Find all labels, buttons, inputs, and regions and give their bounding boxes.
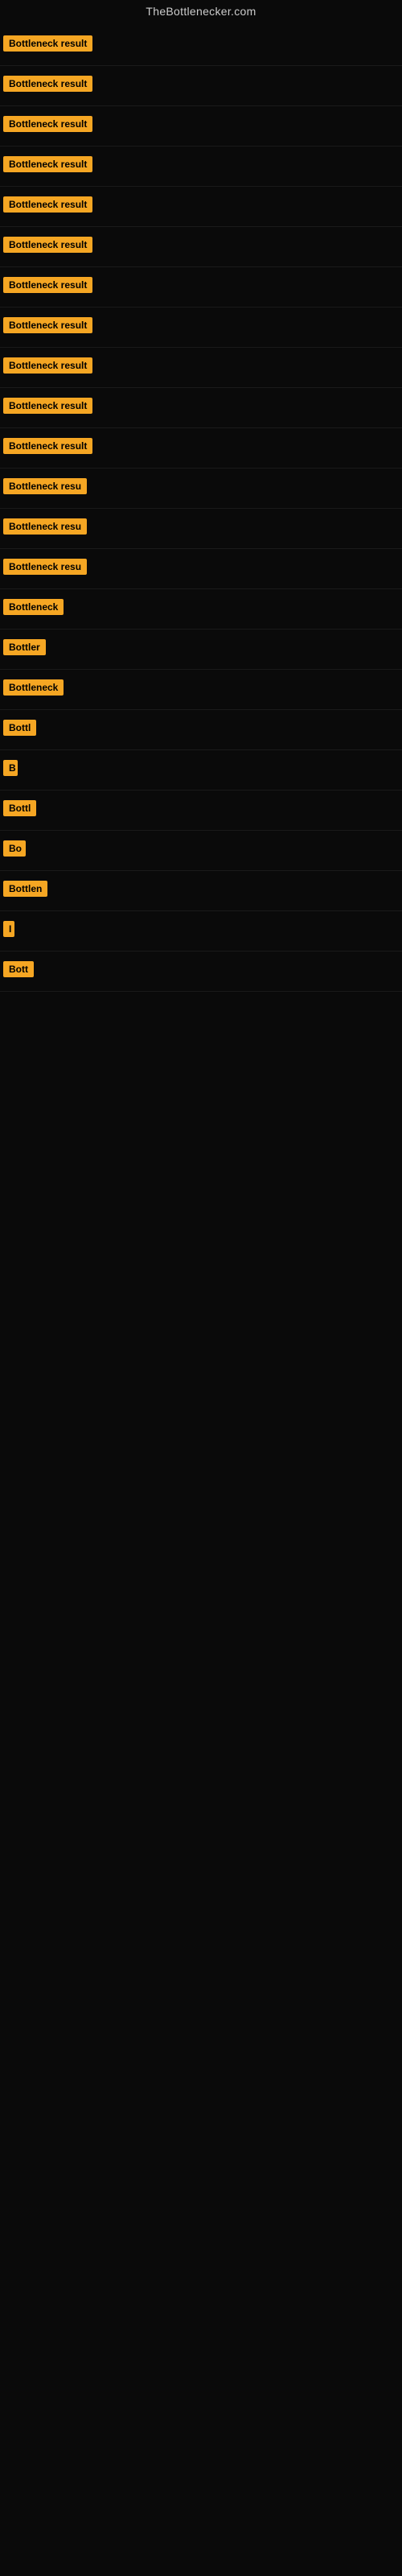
result-row: Bo xyxy=(0,831,402,871)
result-row: Bottleneck xyxy=(0,670,402,710)
bottleneck-badge[interactable]: I xyxy=(3,921,14,937)
bottleneck-badge[interactable]: Bottl xyxy=(3,800,36,816)
bottleneck-badge[interactable]: Bottleneck result xyxy=(3,35,92,52)
bottleneck-badge[interactable]: Bottleneck result xyxy=(3,156,92,172)
result-row: Bottl xyxy=(0,791,402,831)
bottleneck-badge[interactable]: Bottleneck result xyxy=(3,438,92,454)
bottleneck-badge[interactable]: Bottleneck resu xyxy=(3,518,87,535)
bottleneck-badge[interactable]: Bottleneck result xyxy=(3,398,92,414)
bottleneck-badge[interactable]: Bo xyxy=(3,840,26,857)
bottleneck-badge[interactable]: Bott xyxy=(3,961,34,977)
result-row: Bottl xyxy=(0,710,402,750)
result-row: Bottleneck result xyxy=(0,26,402,66)
bottleneck-badge[interactable]: Bottl xyxy=(3,720,36,736)
bottleneck-badge[interactable]: Bottleneck result xyxy=(3,76,92,92)
result-row: Bottleneck result xyxy=(0,66,402,106)
results-container: Bottleneck result Bottleneck result Bottle… xyxy=(0,26,402,992)
bottleneck-badge[interactable]: Bottleneck result xyxy=(3,277,92,293)
result-row: B xyxy=(0,750,402,791)
result-row: Bottleneck resu xyxy=(0,549,402,589)
result-row: Bottleneck result xyxy=(0,147,402,187)
result-row: Bottleneck resu xyxy=(0,509,402,549)
bottleneck-badge[interactable]: Bottlen xyxy=(3,881,47,897)
bottleneck-badge[interactable]: Bottleneck xyxy=(3,599,64,615)
bottleneck-badge[interactable]: Bottleneck result xyxy=(3,357,92,374)
result-row: Bottleneck resu xyxy=(0,469,402,509)
bottleneck-badge[interactable]: Bottleneck resu xyxy=(3,478,87,494)
result-row: Bottleneck result xyxy=(0,267,402,308)
result-row: Bottleneck result xyxy=(0,308,402,348)
result-row: Bottler xyxy=(0,630,402,670)
bottleneck-badge[interactable]: Bottleneck result xyxy=(3,116,92,132)
result-row: Bottleneck result xyxy=(0,348,402,388)
bottleneck-badge[interactable]: Bottler xyxy=(3,639,46,655)
result-row: Bottlen xyxy=(0,871,402,911)
result-row: Bottleneck result xyxy=(0,428,402,469)
result-row: Bott xyxy=(0,952,402,992)
result-row: Bottleneck result xyxy=(0,187,402,227)
bottleneck-badge[interactable]: Bottleneck result xyxy=(3,317,92,333)
result-row: Bottleneck result xyxy=(0,106,402,147)
result-row: Bottleneck result xyxy=(0,388,402,428)
result-row: Bottleneck xyxy=(0,589,402,630)
bottleneck-badge[interactable]: Bottleneck result xyxy=(3,237,92,253)
bottleneck-badge[interactable]: B xyxy=(3,760,18,776)
site-title: TheBottlenecker.com xyxy=(0,0,402,26)
result-row: I xyxy=(0,911,402,952)
bottleneck-badge[interactable]: Bottleneck xyxy=(3,679,64,696)
bottleneck-badge[interactable]: Bottleneck resu xyxy=(3,559,87,575)
bottleneck-badge[interactable]: Bottleneck result xyxy=(3,196,92,213)
result-row: Bottleneck result xyxy=(0,227,402,267)
